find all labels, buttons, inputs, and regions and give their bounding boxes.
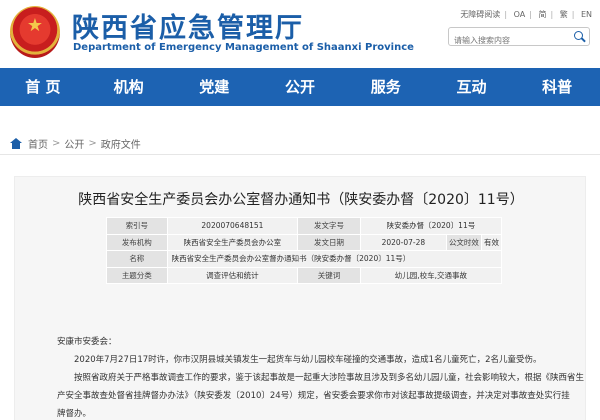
breadcrumb-separator: > [88,138,97,149]
top-links: 无障碍阅读 | OA | 简 | 繁 | EN [458,9,594,20]
nav-item-home[interactable]: 首 页 [0,68,86,106]
search-input[interactable] [449,32,567,49]
meta-value: 有效 [480,233,503,251]
link-separator: | [571,10,575,19]
table-row: 发布机构 陕西省安全生产委员会办公室 发文日期 2020-07-28 公文时效 … [106,233,503,251]
document-meta-table: 索引号 2020070648151 发文字号 陕安委办督〔2020〕11号 发布… [106,217,503,284]
simplified-link[interactable]: 简 [538,10,546,19]
english-link[interactable]: EN [581,10,592,19]
link-separator: | [529,10,532,19]
body-paragraph: 按照省政府关于严格事故调查工作的要求，鉴于该起事故是一起重大涉险事故且涉及到多名… [74,373,585,383]
meta-value: 陕安委办督〔2020〕11号 [359,217,503,235]
meta-label: 发文日期 [297,233,361,251]
breadcrumb-divider [0,154,600,155]
meta-label: 公文时效 [445,233,482,251]
national-emblem-icon: ★ [10,6,60,58]
oa-link[interactable]: OA [514,10,526,19]
breadcrumb-area: 首页 > 公开 > 政府文件 [0,106,600,170]
body-paragraph-continued: 牌督办。 [57,409,92,419]
star-icon: ★ [26,14,44,36]
link-separator: | [504,10,508,19]
site-subtitle: Department of Emergency Management of Sh… [73,42,414,53]
nav-item-organization[interactable]: 机构 [86,68,172,106]
breadcrumb-public[interactable]: 公开 [64,136,84,151]
home-icon [10,138,22,149]
traditional-link[interactable]: 繁 [560,10,568,19]
site-header: ★ 陕西省应急管理厅 Department of Emergency Manag… [0,0,600,68]
breadcrumb: 首页 > 公开 > 政府文件 [10,136,141,151]
meta-value: 幼儿园,校车,交通事故 [359,266,503,284]
article-body: 安康市安委会： 2020年7月27日17时许，你市汉阴县城关镇发生一起货车与幼儿… [57,333,585,420]
meta-label: 索引号 [106,217,168,235]
body-paragraph: 2020年7月27日17时许，你市汉阴县城关镇发生一起货车与幼儿园校车碰撞的交通… [74,355,542,365]
body-paragraph-continued: 产安全事故查处督省挂牌督办办法》（陕安委发〔2010〕24号）规定，省安委会要求… [57,391,570,401]
article-title: 陕西省安全生产委员会办公室督办通知书（陕安委办督〔2020〕11号） [78,192,524,208]
breadcrumb-government-documents[interactable]: 政府文件 [101,136,141,151]
search-icon[interactable] [573,30,586,43]
nav-item-public[interactable]: 公开 [257,68,343,106]
site-title: 陕西省应急管理厅 [72,13,304,44]
meta-label: 发文字号 [297,217,361,235]
main-nav: 首 页 机构 党建 公开 服务 互动 科普 [0,68,600,106]
meta-label: 主题分类 [106,266,168,284]
meta-value: 2020-07-28 [359,233,447,251]
table-row: 主题分类 调查评估和统计 关键词 幼儿园,校车,交通事故 [106,266,503,284]
meta-value: 陕西省安全生产委员会办公室 [166,233,299,251]
article-panel: 陕西省安全生产委员会办公室督办通知书（陕安委办督〔2020〕11号） 索引号 2… [14,176,586,420]
meta-value: 调查评估和统计 [166,266,299,284]
table-row: 索引号 2020070648151 发文字号 陕安委办督〔2020〕11号 [106,217,503,235]
meta-value: 2020070648151 [166,217,299,235]
breadcrumb-home[interactable]: 首页 [28,136,48,151]
breadcrumb-separator: > [52,138,61,149]
nav-item-science[interactable]: 科普 [514,68,600,106]
table-row: 名称 陕西省安全生产委员会办公室督办通知书（陕安委办督〔2020〕11号） [106,250,503,268]
nav-item-interaction[interactable]: 互动 [429,68,515,106]
link-separator: | [550,10,554,19]
nav-item-party[interactable]: 党建 [171,68,257,106]
meta-value: 陕西省安全生产委员会办公室督办通知书（陕安委办督〔2020〕11号） [166,250,503,268]
accessibility-link[interactable]: 无障碍阅读 [460,10,500,19]
meta-label: 发布机构 [106,233,168,251]
meta-label: 关键词 [297,266,361,284]
meta-label: 名称 [106,250,168,268]
nav-item-services[interactable]: 服务 [343,68,429,106]
salutation: 安康市安委会： [57,337,117,347]
search-box [448,27,590,49]
